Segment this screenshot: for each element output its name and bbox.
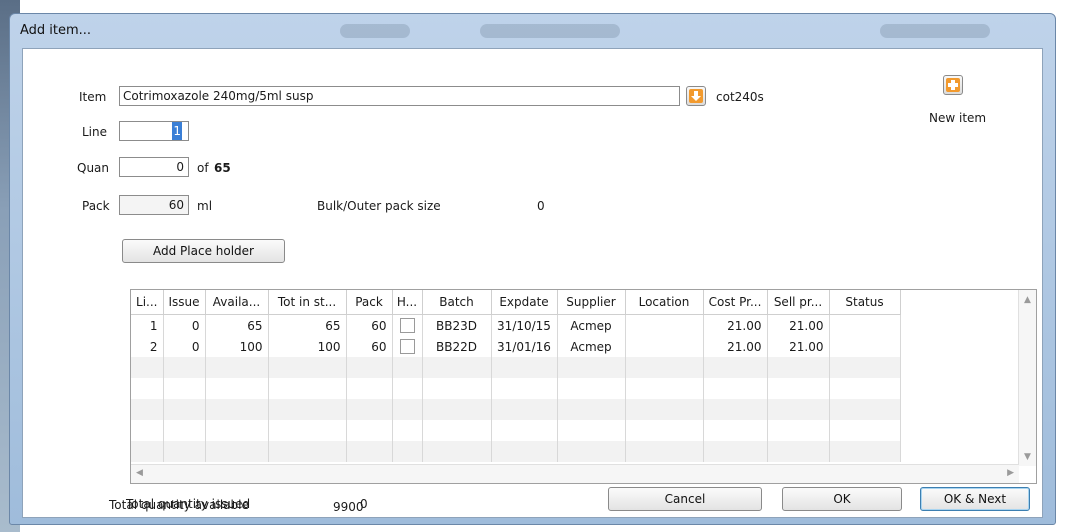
horizontal-scrollbar[interactable]: ◀ ▶ [131,464,1019,483]
cell-line: 1 [131,314,164,336]
add-item-dialog: Add item... Item Cotrimoxazole 240mg/5ml… [9,13,1056,525]
cell-supplier: Acmep [557,336,626,357]
dialog-body: Item Cotrimoxazole 240mg/5ml susp cot240… [22,48,1043,518]
item-field[interactable]: Cotrimoxazole 240mg/5ml susp [119,86,680,106]
cell-hold [392,336,423,357]
item-code: cot240s [716,90,764,104]
table-row[interactable]: 1 0 65 65 60 BB23D 31/10/15 Acmep 21.00 … [131,314,901,336]
quan-of-label: of [197,161,209,175]
quantity-field[interactable]: 0 [119,157,189,177]
plus-icon [946,78,960,92]
new-item-button[interactable] [943,75,963,95]
line-label: Line [82,125,108,139]
cell-available: 65 [205,314,269,336]
column-header-cost-price[interactable]: Cost Pr... [703,290,768,315]
scroll-left-icon[interactable]: ◀ [136,468,143,478]
quan-total: 65 [214,161,231,175]
scroll-up-icon[interactable]: ▲ [1024,295,1031,305]
total-available-value: 9900 [333,500,364,514]
cell-location [625,336,704,357]
cell-tot-in-stock: 65 [268,314,347,336]
cell-status [829,336,901,357]
cell-supplier: Acmep [557,314,626,336]
column-header-sell-price[interactable]: Sell pr... [767,290,830,315]
column-header-issue[interactable]: Issue [163,290,206,315]
hold-checkbox[interactable] [399,339,415,354]
column-header-hold[interactable]: H... [392,290,423,315]
cell-issue[interactable]: 0 [163,314,206,336]
cell-sell-price: 21.00 [767,314,830,336]
column-header-line[interactable]: Li... [131,290,164,315]
column-header-expdate[interactable]: Expdate [491,290,558,315]
scroll-down-icon[interactable]: ▼ [1024,452,1031,462]
scroll-right-icon[interactable]: ▶ [1007,468,1014,478]
cell-expdate: 31/01/16 [491,336,558,357]
cell-location [625,314,704,336]
window-title: Add item... [20,23,92,38]
cell-cost-price: 21.00 [703,314,768,336]
line-field[interactable]: 1 [119,121,189,141]
cell-batch: BB23D [422,314,492,336]
cell-issue[interactable]: 0 [163,336,206,357]
cell-expdate: 31/10/15 [491,314,558,336]
cell-line: 2 [131,336,164,357]
cell-sell-price: 21.00 [767,336,830,357]
ok-button[interactable]: OK [782,487,902,511]
table-row-empty [131,378,901,399]
vertical-scrollbar[interactable]: ▲ ▼ [1018,290,1036,466]
cancel-button[interactable]: Cancel [608,487,762,511]
pack-unit: ml [197,199,213,213]
title-bar[interactable]: Add item... [10,14,1055,48]
down-arrow-icon [689,89,703,103]
pack-field: 60 [119,195,189,215]
cell-available: 100 [205,336,269,357]
column-header-status[interactable]: Status [829,290,901,315]
title-bar-background [340,24,410,38]
table-row-empty [131,399,901,420]
cell-cost-price: 21.00 [703,336,768,357]
pack-label: Pack [82,199,110,213]
bulk-pack-size-label: Bulk/Outer pack size [317,199,441,213]
cell-status [829,314,901,336]
quan-label: Quan [77,161,110,175]
table-row-empty [131,357,901,378]
cell-pack: 60 [346,336,393,357]
item-label: Item [79,90,107,104]
line-value: 1 [172,122,182,140]
cell-hold [392,314,423,336]
column-header-tot-in-stock[interactable]: Tot in st... [268,290,347,315]
cell-batch: BB22D [422,336,492,357]
hold-checkbox[interactable] [399,318,415,333]
column-header-available[interactable]: Availa... [205,290,269,315]
title-bar-background [480,24,620,38]
column-header-pack[interactable]: Pack [346,290,393,315]
column-header-supplier[interactable]: Supplier [557,290,626,315]
table-row-empty [131,420,901,441]
cell-pack: 60 [346,314,393,336]
column-header-location[interactable]: Location [625,290,704,315]
total-available-label: Total quantity available [109,498,249,512]
new-item-label[interactable]: New item [929,111,986,125]
title-bar-background [880,24,990,38]
add-place-holder-button[interactable]: Add Place holder [122,239,285,263]
table-row[interactable]: 2 0 100 100 60 BB22D 31/01/16 Acmep 21.0… [131,336,901,357]
table-row-empty [131,441,901,462]
table-header-row: Li... Issue Availa... Tot in st... Pack … [131,290,901,315]
column-header-batch[interactable]: Batch [422,290,492,315]
stock-lines-table: Li... Issue Availa... Tot in st... Pack … [130,289,1037,484]
item-lookup-button[interactable] [686,86,706,106]
cell-tot-in-stock: 100 [268,336,347,357]
bulk-pack-size-value: 0 [537,199,545,213]
ok-next-button[interactable]: OK & Next [920,487,1030,511]
